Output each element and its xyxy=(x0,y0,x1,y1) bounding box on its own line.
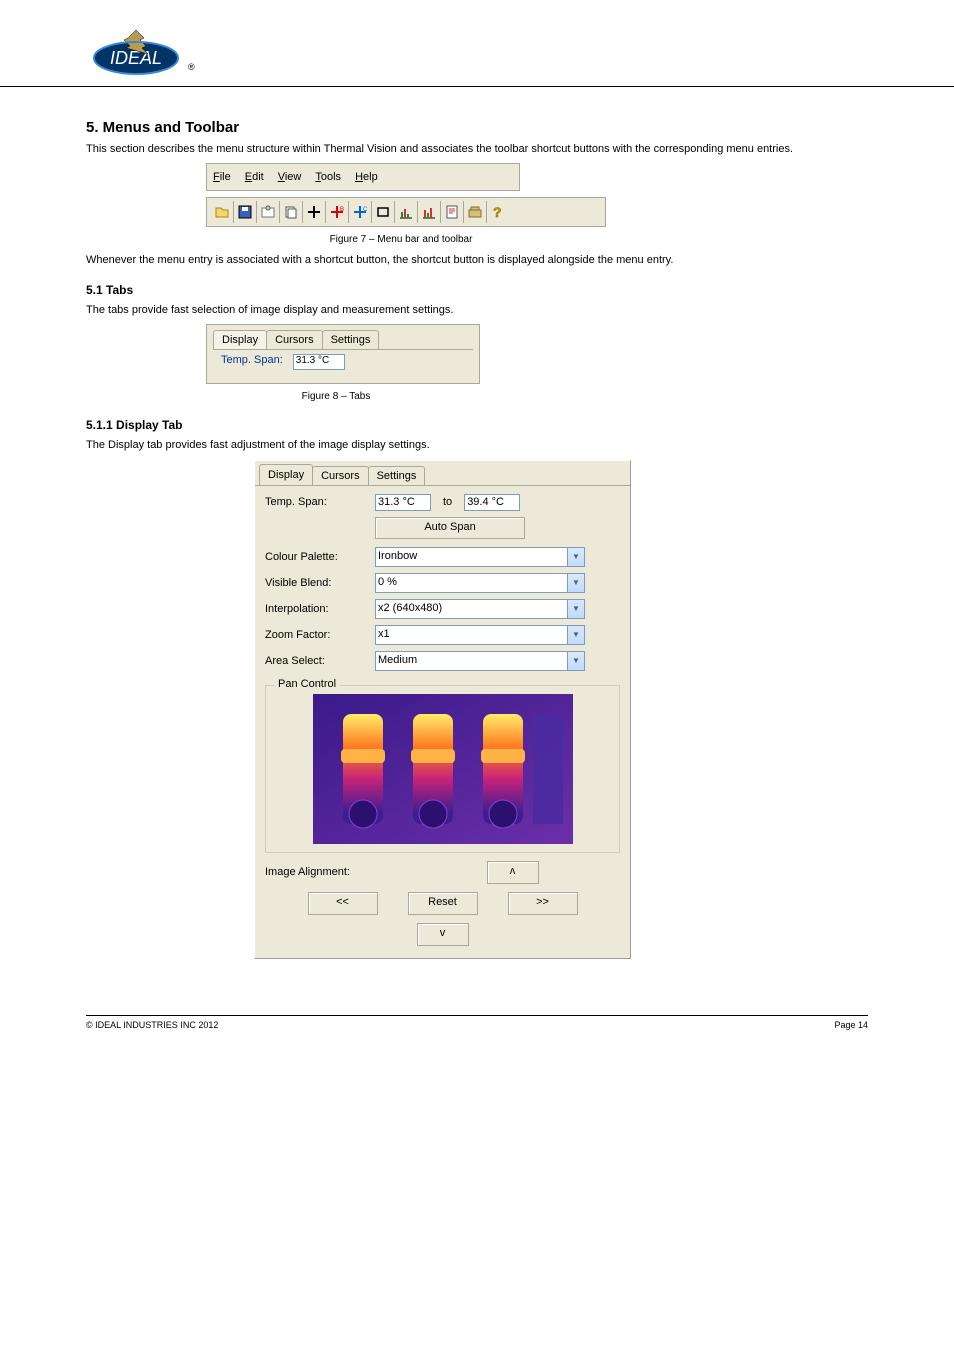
pan-control-fieldset: Pan Control xyxy=(265,685,620,853)
align-right-button[interactable]: >> xyxy=(508,892,578,915)
temp-span-label: Temp. Span: xyxy=(265,496,375,508)
tab-display[interactable]: Display xyxy=(213,330,267,349)
panel-tab-cursors[interactable]: Cursors xyxy=(312,466,369,485)
interpolation-label: Interpolation: xyxy=(265,603,375,615)
chevron-down-icon[interactable]: ▼ xyxy=(568,599,585,619)
tabs-title: 5.1 Tabs xyxy=(86,283,846,297)
toolbar-figure: B C ? xyxy=(206,197,606,227)
page-footer: © IDEAL INDUSTRIES INC 2012 Page 14 xyxy=(86,1015,868,1030)
svg-text:B: B xyxy=(340,207,344,213)
align-left-button[interactable]: << xyxy=(308,892,378,915)
zoom-select[interactable]: x1 xyxy=(375,625,568,645)
toolbar-note: Whenever the menu entry is associated wi… xyxy=(86,253,846,268)
save-icon[interactable] xyxy=(234,201,257,223)
open-icon[interactable] xyxy=(211,201,234,223)
tabs-cropped-figure: Display Cursors Settings Temp. Span: 31.… xyxy=(206,324,480,384)
cursor-plain-icon[interactable] xyxy=(303,201,326,223)
figure8-caption: Figure 8 – Tabs xyxy=(206,390,466,404)
properties-icon[interactable] xyxy=(257,201,280,223)
interpolation-select[interactable]: x2 (640x480) xyxy=(375,599,568,619)
area-select[interactable]: Medium xyxy=(375,651,568,671)
auto-span-button[interactable]: Auto Span xyxy=(375,517,525,539)
menu-help[interactable]: Help xyxy=(355,171,378,183)
report-icon[interactable] xyxy=(441,201,464,223)
copy-image-icon[interactable] xyxy=(280,201,303,223)
align-down-button[interactable]: v xyxy=(417,923,469,946)
library-icon[interactable] xyxy=(464,201,487,223)
pan-control-legend: Pan Control xyxy=(274,678,340,690)
chevron-down-icon[interactable]: ▼ xyxy=(568,547,585,567)
zoom-label: Zoom Factor: xyxy=(265,629,375,641)
svg-text:C: C xyxy=(363,207,368,213)
thermal-preview[interactable] xyxy=(313,694,573,844)
area-label: Area Select: xyxy=(265,655,375,667)
chevron-down-icon[interactable]: ▼ xyxy=(568,651,585,671)
tab-cursors[interactable]: Cursors xyxy=(266,330,323,349)
help-icon[interactable]: ? xyxy=(487,201,509,223)
visible-blend-select[interactable]: 0 % xyxy=(375,573,568,593)
temp-span-value-cropped: 31.3 °C xyxy=(293,354,345,370)
chart-icon[interactable] xyxy=(395,201,418,223)
footer-copyright: © IDEAL INDUSTRIES INC 2012 xyxy=(86,1020,218,1030)
section-intro: This section describes the menu structur… xyxy=(86,142,846,157)
menu-tools[interactable]: Tools xyxy=(315,171,341,183)
figure7-caption: Figure 7 – Menu bar and toolbar xyxy=(206,233,596,247)
chevron-down-icon[interactable]: ▼ xyxy=(568,625,585,645)
align-reset-button[interactable]: Reset xyxy=(408,892,478,915)
image-alignment-label: Image Alignment: xyxy=(265,866,405,878)
chart2-icon[interactable] xyxy=(418,201,441,223)
chevron-down-icon[interactable]: ▼ xyxy=(568,573,585,593)
to-label: to xyxy=(443,496,452,508)
cursor-hot-icon[interactable]: B xyxy=(326,201,349,223)
temp-span-label-cropped: Temp. Span: xyxy=(221,354,283,366)
cursor-cold-icon[interactable]: C xyxy=(349,201,372,223)
footer-page: Page 14 xyxy=(834,1020,868,1030)
colour-palette-label: Colour Palette: xyxy=(265,551,375,563)
align-up-button[interactable]: ʌ xyxy=(487,861,539,884)
display-tab-intro: The Display tab provides fast adjustment… xyxy=(86,438,846,453)
menu-file[interactable]: File xyxy=(213,171,231,183)
tab-settings[interactable]: Settings xyxy=(322,330,380,349)
tabs-intro: The tabs provide fast selection of image… xyxy=(86,303,846,318)
section-title: 5. Menus and Toolbar xyxy=(86,119,846,136)
ideal-logo: IDEAL ® xyxy=(86,18,210,78)
temp-to-input[interactable] xyxy=(464,494,520,511)
area-icon[interactable] xyxy=(372,201,395,223)
svg-text:IDEAL: IDEAL xyxy=(110,48,162,68)
display-panel: Display Cursors Settings Temp. Span: to … xyxy=(254,460,631,959)
panel-tab-settings[interactable]: Settings xyxy=(368,466,426,485)
temp-from-input[interactable] xyxy=(375,494,431,511)
display-tab-title: 5.1.1 Display Tab xyxy=(86,418,846,432)
colour-palette-select[interactable]: Ironbow xyxy=(375,547,568,567)
svg-text:®: ® xyxy=(188,62,195,72)
menubar-figure: File Edit View Tools Help xyxy=(206,163,520,191)
menu-view[interactable]: View xyxy=(278,171,302,183)
svg-text:?: ? xyxy=(493,204,502,220)
visible-blend-label: Visible Blend: xyxy=(265,577,375,589)
page-header: IDEAL ® xyxy=(0,0,954,87)
panel-tab-display[interactable]: Display xyxy=(259,464,313,485)
menu-edit[interactable]: Edit xyxy=(245,171,264,183)
